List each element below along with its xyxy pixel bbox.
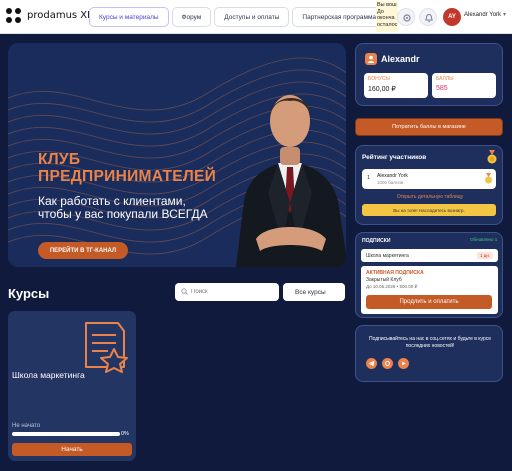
rank-number: 1 [367,175,371,181]
active-subscription: АКТИВНАЯ ПОДПИСКА Закрытый Клуб До 10.05… [361,266,498,314]
subscriptions-card: ПОДПИСКИ Обновлено 1 Школа маркетинга 1 … [355,232,503,318]
hero-banner[interactable]: КЛУБ ПРЕДПРИНИМАТЕЛЕЙ Как работать с кли… [8,43,346,267]
search-input[interactable] [191,286,273,298]
avatar[interactable]: AY [443,8,461,26]
course-card[interactable]: Школа маркетинга Не начато 0% Начать [8,311,136,461]
social-card: Подписывайтесь на нас в соц.сетях и будь… [355,325,503,382]
points-box: БАЛЛЫ 585 [432,73,496,98]
course-progress-label: 0% [121,431,129,437]
bonus-box: БОНУСЫ 160,00 ₽ [364,73,428,98]
course-filter-select[interactable]: Все курсы [283,283,345,301]
rank-points: 1000 баллов [377,180,404,185]
hero-title-line1: КЛУБ [38,151,81,168]
vk-icon[interactable] [382,358,393,369]
rank-name: Alexandr York [377,173,408,179]
tab-partners[interactable]: Партнерская программа [292,7,387,27]
top-bar: prodamus XL Курсы и материалы Форум Дост… [0,0,512,34]
course-book-icon [85,322,128,373]
course-title: Школа маркетинга [12,370,85,380]
social-text: Подписывайтесь на нас в соц.сетях и будь… [368,336,492,349]
user-card: Alexandr БОНУСЫ 160,00 ₽ БАЛЛЫ 585 [355,43,503,106]
rating-table-link[interactable]: Открыть детальную таблицу [356,194,504,200]
subscriptions-heading: ПОДПИСКИ [362,238,391,244]
user-name: Alexandr [381,54,420,64]
brand-name[interactable]: prodamus XL [27,10,93,21]
tab-courses[interactable]: Курсы и материалы [89,7,169,27]
rating-row[interactable]: 1 Alexandr York 1000 баллов [362,169,496,189]
bonus-value: 160,00 ₽ [368,86,396,93]
points-label: БАЛЛЫ [436,76,454,82]
rating-card: Рейтинг участников 1 Alexandr York 1000 … [355,145,503,225]
gold-medal-icon [485,173,492,184]
speaker-photo [236,95,346,267]
course-progress-bar [12,432,120,436]
tab-forum[interactable]: Форум [171,7,212,27]
rating-heading: Рейтинг участников [362,154,427,161]
search-icon [181,288,188,295]
user-menu-name[interactable]: Alexandr York [464,12,501,18]
active-subscription-tag: АКТИВНАЯ ПОДПИСКА [366,270,424,276]
hero-subtitle: Как работать с клиентами, чтобы у вас по… [38,194,208,221]
tab-access[interactable]: Доступы и оплаты [214,7,290,27]
medal-icon [487,150,497,164]
bell-icon [425,13,433,23]
bonus-label: БОНУСЫ [368,76,390,82]
subscription-plan: Закрытый Клуб [366,277,402,283]
settings-button[interactable] [397,8,415,26]
subscription-date: До 10.05.2026 • 500.00 ₽ [366,284,418,289]
user-icon [365,53,377,65]
rating-reward-button[interactable]: Вы на топе! Насладитесь вознагр. [362,204,496,216]
start-course-button[interactable]: Начать [12,443,132,456]
subscriptions-badge: Обновлено 1 [470,237,498,242]
course-status: Не начато [12,423,41,429]
gear-icon [403,14,411,22]
courses-heading: Курсы [8,286,50,301]
hero-title: КЛУБ ПРЕДПРИНИМАТЕЛЕЙ [38,151,216,185]
points-value: 585 [436,85,448,92]
session-notice: Вы вош До оконча осталос [376,1,398,32]
main-nav: Курсы и материалы Форум Доступы и оплаты… [89,7,387,27]
youtube-icon[interactable] [398,358,409,369]
renew-subscription-button[interactable]: Продлить и оплатить [366,295,492,309]
subscription-row-badge: 1 дн. [477,252,494,259]
telegram-channel-button[interactable]: ПЕРЕЙТИ В ТГ-КАНАЛ [38,242,128,259]
search-field[interactable] [175,283,279,301]
logo-icon[interactable] [6,8,22,24]
telegram-icon[interactable] [366,358,377,369]
chevron-down-icon[interactable]: ▾ [503,11,506,18]
spend-points-button[interactable]: Потратить баллы в магазине [355,118,503,136]
hero-title-line2: ПРЕДПРИНИМАТЕЛЕЙ [38,168,217,185]
notifications-button[interactable] [419,8,437,26]
subscription-row[interactable]: Школа маркетинга 1 дн. [361,249,498,262]
subscription-row-title: Школа маркетинга [366,253,409,259]
